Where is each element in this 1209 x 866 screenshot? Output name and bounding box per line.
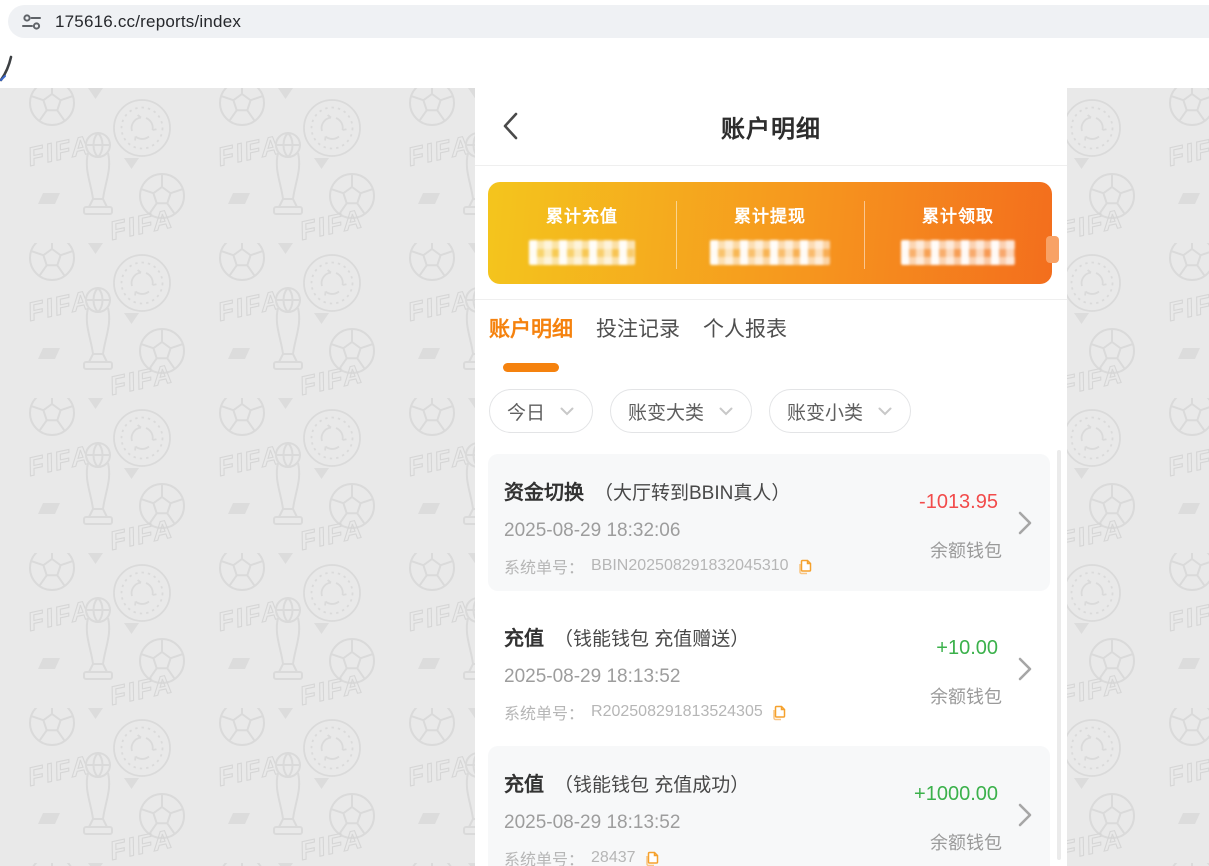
stat-divider: [676, 201, 677, 269]
masked-stat-value: [710, 240, 830, 265]
txn-amount: -1013.95: [919, 491, 998, 514]
txn-detail: （钱能钱包 充值成功）: [554, 770, 749, 797]
copy-icon[interactable]: [643, 850, 660, 866]
stat-total-deposit: 累计充值: [488, 182, 676, 284]
chevron-right-icon[interactable]: [1017, 656, 1033, 682]
url-pill[interactable]: 175616.cc/reports/index: [8, 5, 1209, 38]
txn-wallet: 余额钱包: [930, 537, 1002, 563]
filter-major-category-label: 账变大类: [628, 398, 704, 425]
browser-address-bar[interactable]: 175616.cc/reports/index: [0, 0, 1209, 42]
stat-divider: [864, 201, 865, 269]
clipped-glyph: [0, 54, 14, 84]
chevron-right-icon[interactable]: [1017, 802, 1033, 828]
scrollbar[interactable]: [1057, 450, 1061, 860]
account-panel: 账户明细 累计充值 累计提现 累计领取 账户明细 投注记录 个人报表: [475, 88, 1067, 866]
filter-minor-category[interactable]: 账变小类: [769, 389, 911, 433]
tab-bar: 账户明细 投注记录 个人报表: [489, 316, 1067, 372]
stats-card: 累计充值 累计提现 累计领取: [488, 182, 1052, 284]
tab-account-details[interactable]: 账户明细: [489, 316, 573, 372]
txn-amount: +1000.00: [914, 783, 998, 806]
txn-detail: （大厅转到BBIN真人）: [594, 478, 790, 505]
filter-bar: 今日 账变大类 账变小类: [489, 389, 1067, 433]
txn-order-no: R202508291813524305: [591, 703, 763, 721]
stat-label: 累计提现: [676, 202, 864, 227]
chevron-down-icon: [719, 407, 733, 416]
txn-amount: +10.00: [936, 637, 998, 660]
txn-type: 充值: [504, 622, 544, 651]
stats-scroll-handle[interactable]: [1046, 236, 1059, 263]
copy-icon[interactable]: [796, 558, 813, 575]
txn-order-label: 系统单号：: [504, 846, 584, 866]
chevron-right-icon[interactable]: [1017, 510, 1033, 536]
panel-header: 账户明细: [475, 88, 1067, 166]
chevron-down-icon: [878, 407, 892, 416]
txn-wallet: 余额钱包: [930, 683, 1002, 709]
tune-icon: [21, 13, 42, 31]
txn-order-label: 系统单号：: [504, 554, 584, 578]
tab-bet-records[interactable]: 投注记录: [596, 316, 680, 372]
back-icon[interactable]: [501, 112, 519, 140]
filter-minor-category-label: 账变小类: [787, 398, 863, 425]
page-title: 账户明细: [721, 109, 821, 144]
txn-order-no: BBIN202508291832045310: [591, 557, 789, 575]
txn-order-label: 系统单号：: [504, 700, 584, 724]
tab-personal-report[interactable]: 个人报表: [703, 316, 787, 372]
url-text[interactable]: 175616.cc/reports/index: [55, 12, 241, 32]
stat-label: 累计充值: [488, 202, 676, 227]
masked-stat-value: [901, 240, 1015, 265]
page-gutter: [0, 42, 1209, 88]
txn-detail: （钱能钱包 充值赠送）: [554, 624, 749, 651]
chevron-down-icon: [560, 407, 574, 416]
txn-type: 资金切换: [504, 476, 584, 505]
txn-type: 充值: [504, 768, 544, 797]
stats-section: 累计充值 累计提现 累计领取: [475, 166, 1067, 300]
txn-wallet: 余额钱包: [930, 829, 1002, 855]
copy-icon[interactable]: [770, 704, 787, 721]
transaction-row[interactable]: 充值 （钱能钱包 充值赠送） 2025-08-29 18:13:52 系统单号：…: [488, 600, 1050, 737]
stat-total-withdraw: 累计提现: [676, 182, 864, 284]
txn-order-no: 28437: [591, 849, 636, 866]
transaction-row[interactable]: 充值 （钱能钱包 充值成功） 2025-08-29 18:13:52 系统单号：…: [488, 746, 1050, 866]
masked-stat-value: [529, 240, 635, 265]
stat-total-claimed: 累计领取: [864, 182, 1052, 284]
stat-label: 累计领取: [864, 202, 1052, 227]
transaction-list: 资金切换 （大厅转到BBIN真人） 2025-08-29 18:32:06 系统…: [488, 454, 1050, 866]
filter-date-label: 今日: [507, 398, 545, 425]
transaction-row[interactable]: 资金切换 （大厅转到BBIN真人） 2025-08-29 18:32:06 系统…: [488, 454, 1050, 591]
filter-major-category[interactable]: 账变大类: [610, 389, 752, 433]
filter-date[interactable]: 今日: [489, 389, 593, 433]
